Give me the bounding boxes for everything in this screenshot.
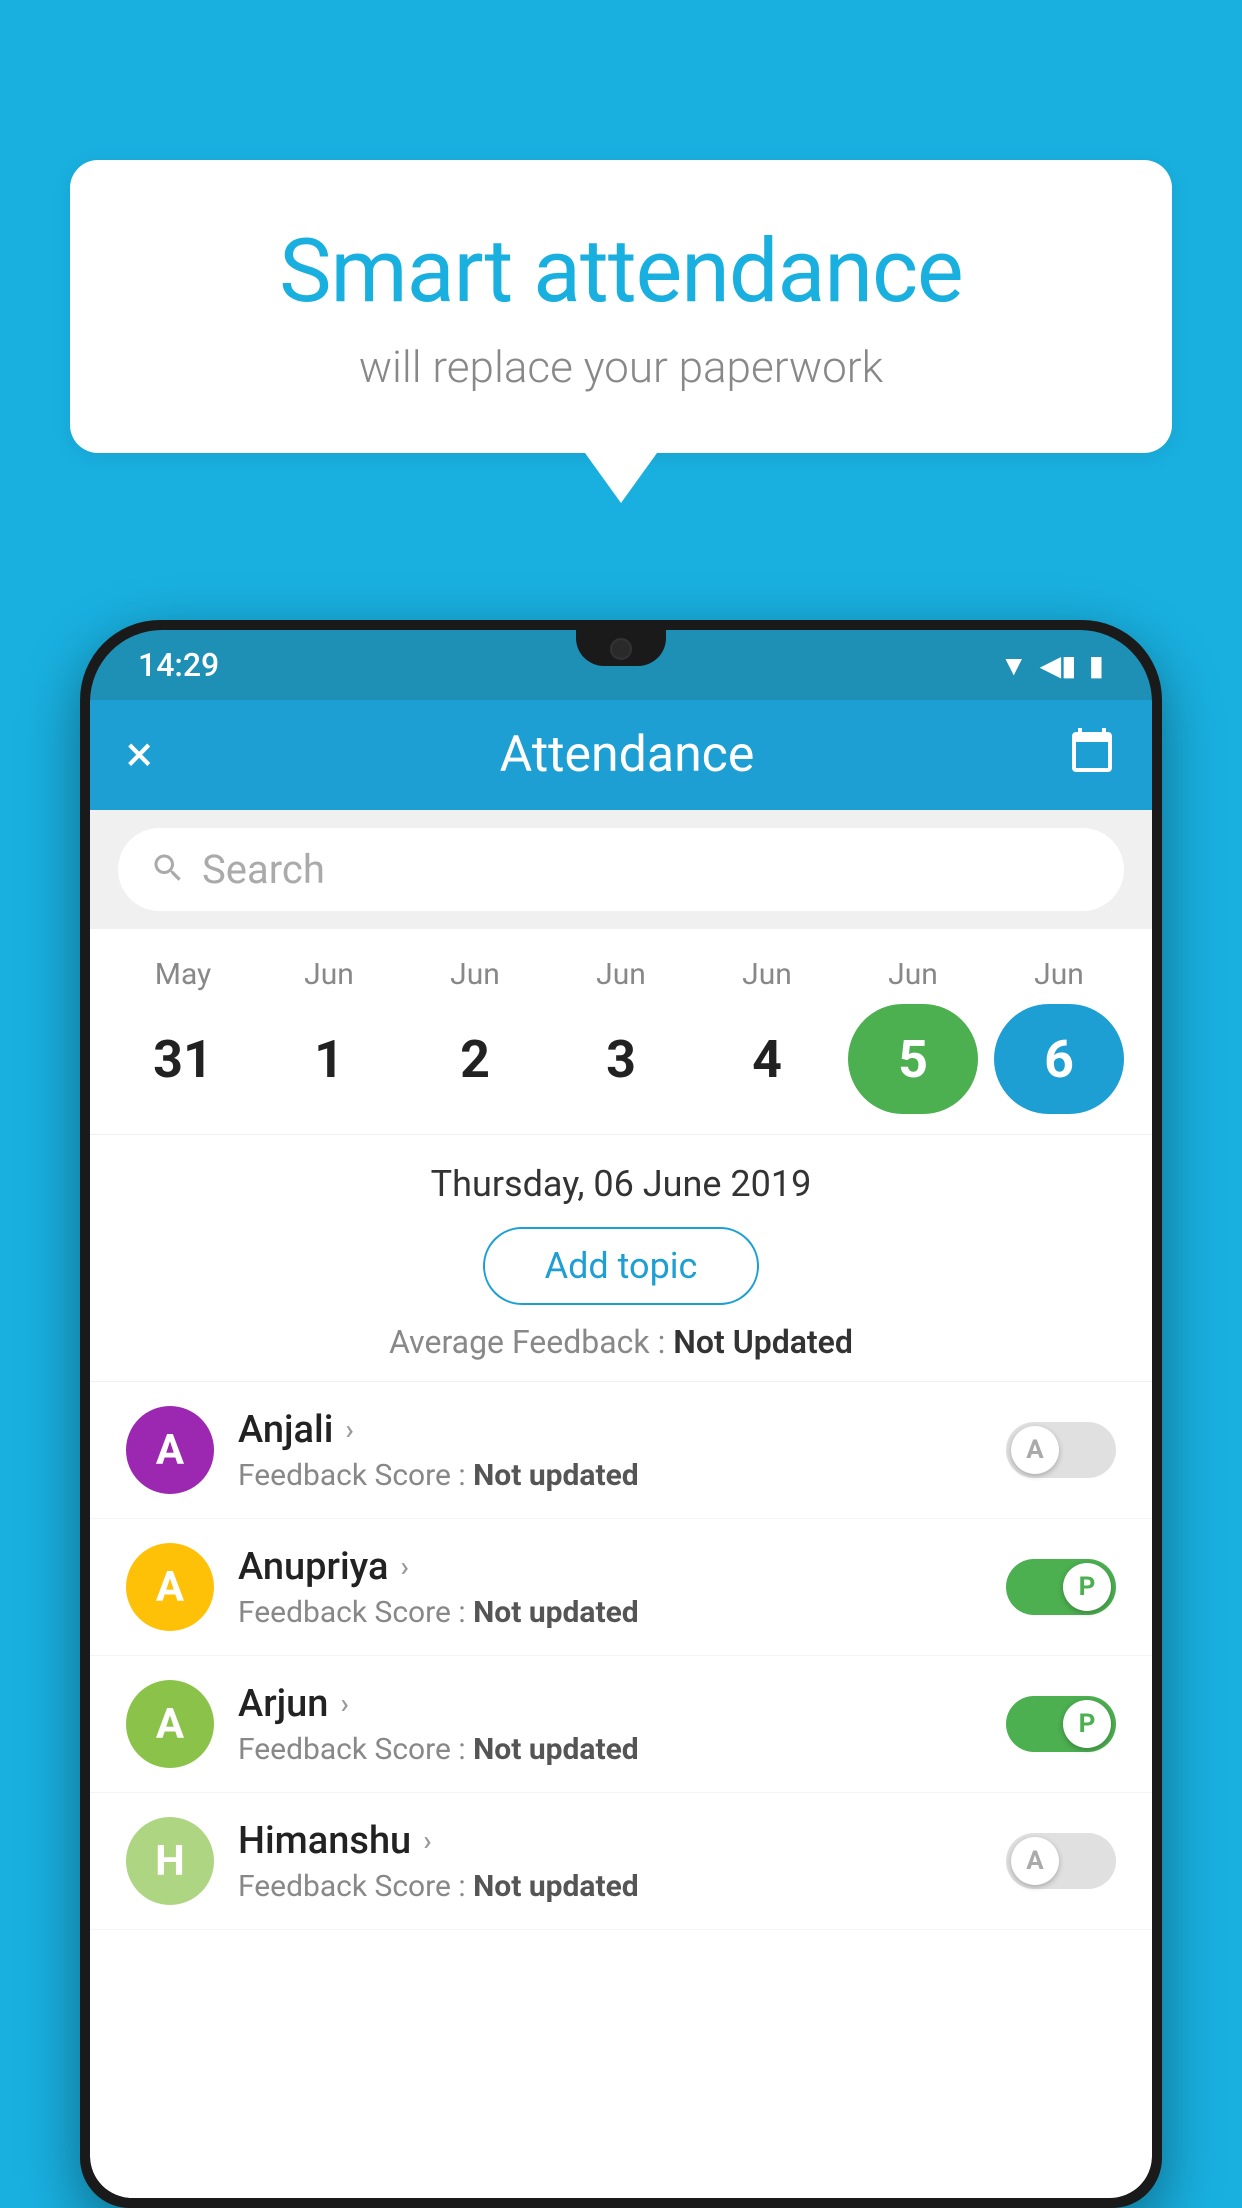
student-list: A Anjali › Feedback Score : Not updated: [90, 1382, 1152, 1930]
student-info-anupriya: Anupriya › Feedback Score : Not updated: [238, 1545, 982, 1630]
date-row: 31 1 2 3 4 5 6: [110, 1004, 1132, 1114]
attendance-toggle-himanshu[interactable]: A: [1006, 1833, 1116, 1889]
student-item-arjun[interactable]: A Arjun › Feedback Score : Not updated: [90, 1656, 1152, 1793]
speech-bubble: Smart attendance will replace your paper…: [70, 160, 1172, 453]
wifi-icon: ▼: [1000, 649, 1028, 682]
calendar-strip: May Jun Jun Jun Jun Jun Jun 31 1 2 3 4: [90, 929, 1152, 1135]
date-3[interactable]: 3: [556, 1004, 686, 1114]
close-button[interactable]: ×: [126, 726, 186, 784]
student-item-anupriya[interactable]: A Anupriya › Feedback Score : Not update…: [90, 1519, 1152, 1656]
month-row: May Jun Jun Jun Jun Jun Jun: [110, 957, 1132, 992]
status-time: 14:29: [138, 646, 219, 684]
attendance-toggle-anupriya[interactable]: P: [1006, 1559, 1116, 1615]
search-placeholder: Search: [202, 846, 325, 893]
avatar-anupriya: A: [126, 1543, 214, 1631]
student-item-anjali[interactable]: A Anjali › Feedback Score : Not updated: [90, 1382, 1152, 1519]
calendar-button[interactable]: [1068, 726, 1116, 785]
date-5-today[interactable]: 5: [848, 1004, 978, 1114]
student-feedback-anjali: Feedback Score : Not updated: [238, 1458, 982, 1493]
date-1[interactable]: 1: [264, 1004, 394, 1114]
phone-notch: [576, 630, 666, 666]
signal-icon: ◀▮: [1040, 649, 1077, 682]
student-name-anupriya: Anupriya ›: [238, 1545, 982, 1589]
selected-date-section: Thursday, 06 June 2019 Add topic Average…: [90, 1135, 1152, 1382]
battery-icon: ▮: [1089, 649, 1104, 682]
toggle-knob-arjun: P: [1063, 1700, 1111, 1748]
date-6-selected[interactable]: 6: [994, 1004, 1124, 1114]
search-icon: [150, 850, 186, 890]
toggle-knob-himanshu: A: [1011, 1837, 1059, 1885]
app-bar: × Attendance: [90, 700, 1152, 810]
avatar-himanshu: H: [126, 1817, 214, 1905]
phone-camera: [610, 638, 632, 660]
month-label-1: Jun: [264, 957, 394, 992]
date-4[interactable]: 4: [702, 1004, 832, 1114]
month-label-2: Jun: [410, 957, 540, 992]
student-name-arjun: Arjun ›: [238, 1682, 982, 1726]
avg-feedback: Average Feedback : Not Updated: [110, 1323, 1132, 1361]
month-label-3: Jun: [556, 957, 686, 992]
student-feedback-arjun: Feedback Score : Not updated: [238, 1732, 982, 1767]
phone-screen: 14:29 ▼ ◀▮ ▮ × Attendance: [90, 630, 1152, 2198]
student-info-anjali: Anjali › Feedback Score : Not updated: [238, 1408, 982, 1493]
student-feedback-anupriya: Feedback Score : Not updated: [238, 1595, 982, 1630]
content-area: Search May Jun Jun Jun Jun Jun Jun: [90, 810, 1152, 2198]
month-label-5: Jun: [848, 957, 978, 992]
month-label-0: May: [118, 957, 248, 992]
attendance-toggle-anjali[interactable]: A: [1006, 1422, 1116, 1478]
phone-inner: 14:29 ▼ ◀▮ ▮ × Attendance: [90, 630, 1152, 2198]
bubble-subtitle: will replace your paperwork: [150, 341, 1092, 393]
student-item-himanshu[interactable]: H Himanshu › Feedback Score : Not update…: [90, 1793, 1152, 1930]
student-feedback-himanshu: Feedback Score : Not updated: [238, 1869, 982, 1904]
avatar-arjun: A: [126, 1680, 214, 1768]
search-bar-wrapper: Search: [90, 810, 1152, 929]
student-info-himanshu: Himanshu › Feedback Score : Not updated: [238, 1819, 982, 1904]
chevron-icon: ›: [340, 1687, 348, 1720]
month-label-6: Jun: [994, 957, 1124, 992]
chevron-icon: ›: [345, 1413, 353, 1446]
search-bar[interactable]: Search: [118, 828, 1124, 911]
speech-bubble-wrapper: Smart attendance will replace your paper…: [70, 160, 1172, 503]
phone-frame: 14:29 ▼ ◀▮ ▮ × Attendance: [80, 620, 1162, 2208]
date-2[interactable]: 2: [410, 1004, 540, 1114]
avatar-anjali: A: [126, 1406, 214, 1494]
add-topic-button[interactable]: Add topic: [483, 1227, 760, 1305]
student-name-anjali: Anjali ›: [238, 1408, 982, 1452]
speech-bubble-tail: [585, 453, 657, 503]
avg-feedback-value: Not Updated: [673, 1323, 853, 1361]
chevron-icon: ›: [400, 1550, 408, 1583]
bubble-title: Smart attendance: [150, 220, 1092, 323]
date-31[interactable]: 31: [118, 1004, 248, 1114]
attendance-toggle-arjun[interactable]: P: [1006, 1696, 1116, 1752]
month-label-4: Jun: [702, 957, 832, 992]
status-icons: ▼ ◀▮ ▮: [1000, 649, 1104, 682]
student-info-arjun: Arjun › Feedback Score : Not updated: [238, 1682, 982, 1767]
chevron-icon: ›: [423, 1824, 431, 1857]
student-name-himanshu: Himanshu ›: [238, 1819, 982, 1863]
app-bar-title: Attendance: [186, 726, 1068, 784]
toggle-knob-anupriya: P: [1063, 1563, 1111, 1611]
toggle-knob-anjali: A: [1011, 1426, 1059, 1474]
avg-feedback-label: Average Feedback :: [389, 1323, 665, 1361]
selected-date-text: Thursday, 06 June 2019: [110, 1163, 1132, 1205]
